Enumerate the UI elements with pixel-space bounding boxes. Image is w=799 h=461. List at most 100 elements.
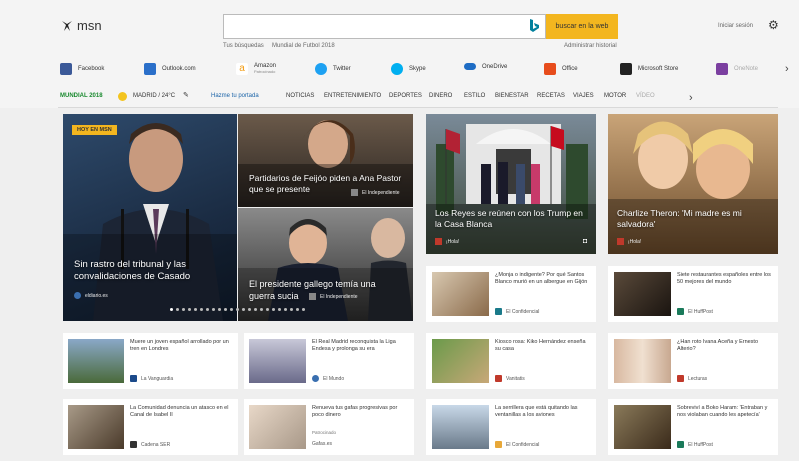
carousel-dot[interactable]: [242, 308, 245, 311]
carousel-dot[interactable]: [302, 308, 305, 311]
carousel-dot[interactable]: [224, 308, 227, 311]
carousel-dot[interactable]: [272, 308, 275, 311]
hero-bottom-right-tile[interactable]: El presidente gallego temía una guerra s…: [238, 208, 413, 321]
source-logo-icon: [677, 308, 684, 315]
carousel-dot[interactable]: [188, 308, 191, 311]
hero-main-tile[interactable]: Sin rastro del tribunal y las convalidac…: [63, 114, 237, 321]
hero-top-right-source: El Independiente: [351, 189, 400, 196]
card-real-madrid[interactable]: El Real Madrid reconquista la Liga Endes…: [244, 333, 414, 389]
nav-bienestar[interactable]: BIENESTAR: [495, 93, 529, 99]
card-source: El Confidencial: [495, 441, 539, 448]
carousel-dot[interactable]: [260, 308, 263, 311]
card-source: La Vanguardia: [130, 375, 173, 382]
carousel-dot[interactable]: [236, 308, 239, 311]
card-joven-espanol[interactable]: Muere un joven español arrollado por un …: [63, 333, 238, 389]
app-outlook[interactable]: Outlook.com: [144, 63, 196, 75]
app-onenote[interactable]: OneNote: [716, 63, 758, 75]
manage-history-link[interactable]: Administrar historial: [564, 43, 617, 49]
carousel-dot[interactable]: [278, 308, 281, 311]
card-source: El Confidencial: [495, 308, 539, 315]
source-logo-icon: [617, 238, 624, 245]
source-label: Gafas.es: [312, 441, 333, 447]
hero-main-title[interactable]: Sin rastro del tribunal y las convalidac…: [74, 259, 224, 283]
card-thumbnail: [249, 405, 306, 449]
app-skype[interactable]: Skype: [391, 63, 426, 75]
carousel-dot[interactable]: [194, 308, 197, 311]
trending-search-link[interactable]: Mundial de Futbol 2018: [272, 43, 335, 49]
chevron-right-icon[interactable]: ›: [785, 63, 789, 75]
nav-mundial[interactable]: MUNDIAL 2018: [60, 93, 103, 99]
carousel-dot[interactable]: [230, 308, 233, 311]
card-source: El Mundo: [312, 375, 344, 382]
search-web-button[interactable]: buscar en la web: [546, 14, 618, 39]
feature-tile-reyes[interactable]: Los Reyes se reúnen con los Trump en la …: [426, 114, 596, 254]
pencil-icon[interactable]: ✎: [183, 91, 189, 99]
nav-video[interactable]: VÍDEO: [636, 93, 655, 99]
source-label: El Mundo: [323, 375, 345, 382]
nav-entretenimiento[interactable]: ENTRETENIMIENTO: [324, 93, 381, 99]
source-label: eldiario.es: [85, 292, 108, 299]
hero-top-right-tile[interactable]: Partidarios de Feijóo piden a Ana Pastor…: [238, 114, 413, 207]
source-logo-icon: [130, 441, 137, 448]
feature-tile-charlize[interactable]: Charlize Theron: 'Mi madre es mi salvado…: [608, 114, 778, 254]
weather-location[interactable]: MADRID / 24°C: [133, 93, 175, 99]
card-thumbnail: [68, 339, 124, 383]
carousel-dot[interactable]: [284, 308, 287, 311]
carousel-dot[interactable]: [248, 308, 251, 311]
sign-in-link[interactable]: Iniciar sesión: [718, 23, 753, 29]
search-input[interactable]: [223, 14, 546, 39]
msn-logo[interactable]: msn: [60, 18, 102, 33]
card-kiosco-rosa[interactable]: Kiosco rosa: Kiko Hernández enseña su ca…: [426, 333, 596, 389]
app-facebook[interactable]: Facebook: [60, 63, 104, 75]
app-onedrive[interactable]: OneDrive: [464, 63, 507, 70]
feature-title-charlize[interactable]: Charlize Theron: 'Mi madre es mi salvado…: [617, 208, 772, 230]
your-searches-link[interactable]: Tus búsquedas: [223, 43, 264, 49]
carousel-dot[interactable]: [266, 308, 269, 311]
card-restaurantes[interactable]: Siete restaurantes españoles entre los 5…: [608, 266, 778, 322]
gear-icon[interactable]: ⚙: [768, 18, 779, 32]
carousel-dot[interactable]: [170, 308, 173, 311]
card-serrillera[interactable]: La serrillera que está quitando las vent…: [426, 399, 596, 455]
source-label: El Independiente: [362, 189, 400, 196]
nav-motor[interactable]: MOTOR: [604, 93, 626, 99]
card-gafas[interactable]: Renueva tus gafas progresivas por poco d…: [244, 399, 414, 455]
onedrive-icon: [464, 63, 476, 70]
app-microsoft-store[interactable]: Microsoft Store: [620, 63, 678, 75]
nav-noticias[interactable]: NOTICIAS: [286, 93, 314, 99]
feature-title-reyes[interactable]: Los Reyes se reúnen con los Trump en la …: [435, 208, 590, 230]
source-logo-icon: [130, 375, 137, 382]
nav-dinero[interactable]: DINERO: [429, 93, 452, 99]
nav-deportes[interactable]: DEPORTES: [389, 93, 422, 99]
facebook-icon: [60, 63, 72, 75]
source-label: El Confidencial: [506, 308, 540, 315]
carousel-dot[interactable]: [290, 308, 293, 311]
app-office[interactable]: Office: [544, 63, 578, 75]
carousel-dot[interactable]: [218, 308, 221, 311]
card-canal-isabel[interactable]: La Comunidad denuncia un atasco en el Ca…: [63, 399, 238, 455]
nav-viajes[interactable]: VIAJES: [573, 93, 594, 99]
carousel-dot[interactable]: [182, 308, 185, 311]
app-amazon[interactable]: a Amazon Patrocinado: [236, 63, 276, 75]
carousel-dot[interactable]: [254, 308, 257, 311]
card-boko-haram[interactable]: Sobreviví a Boko Haram: 'Entraban y nos …: [608, 399, 778, 455]
carousel-dot[interactable]: [212, 308, 215, 311]
card-monja[interactable]: ¿Monja o indigente? Por qué Santos Blanc…: [426, 266, 596, 322]
source-logo-icon: [351, 189, 358, 196]
carousel-dot[interactable]: [296, 308, 299, 311]
source-logo-icon: [677, 375, 684, 382]
source-logo-icon: [312, 375, 319, 382]
customize-link[interactable]: Hazme tu portada: [211, 93, 259, 99]
skype-icon: [391, 63, 403, 75]
carousel-dot[interactable]: [176, 308, 179, 311]
nav-recetas[interactable]: RECETAS: [537, 93, 565, 99]
source-label: Vanitatis: [506, 375, 525, 382]
carousel-dot[interactable]: [206, 308, 209, 311]
carousel-dots[interactable]: [170, 308, 305, 311]
card-ivana-acena[interactable]: ¿Han roto Ivana Aceña y Ernesto Alterio?…: [608, 333, 778, 389]
source-logo-icon: [495, 375, 502, 382]
hero-main-image: [63, 123, 237, 321]
carousel-dot[interactable]: [200, 308, 203, 311]
nav-estilo[interactable]: ESTILO: [464, 93, 485, 99]
app-twitter[interactable]: Twitter: [315, 63, 351, 75]
chevron-right-icon[interactable]: ›: [689, 92, 693, 104]
